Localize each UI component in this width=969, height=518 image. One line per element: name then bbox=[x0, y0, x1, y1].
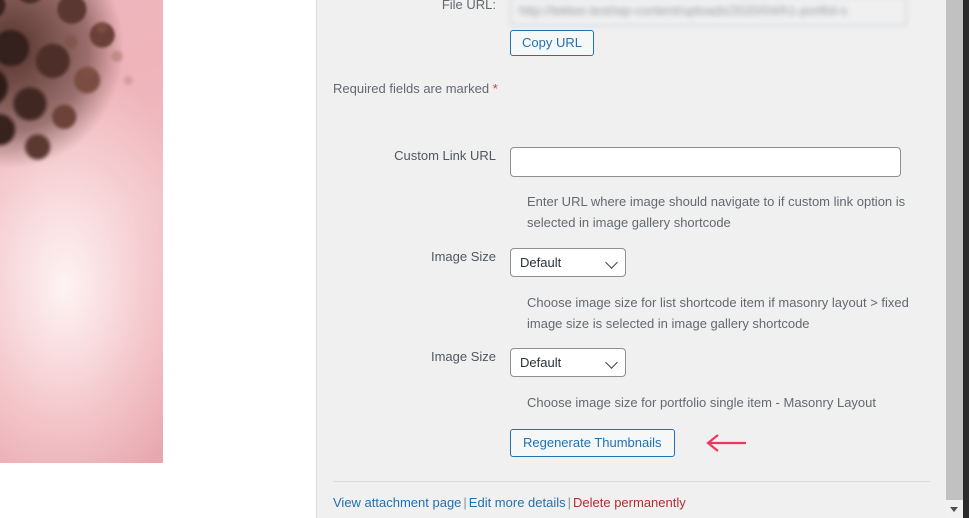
image-size-select-2-value: Default bbox=[520, 355, 562, 370]
image-size-helper-2: Choose image size for portfolio single i… bbox=[527, 395, 876, 410]
footer-links: View attachment page | Edit more details | D… bbox=[333, 494, 686, 511]
required-fields-note: Required fields are marked * bbox=[333, 81, 498, 96]
custom-link-url-row: Custom Link URL bbox=[317, 147, 946, 177]
required-asterisk: * bbox=[492, 81, 498, 96]
footer-divider bbox=[333, 481, 930, 482]
scroll-down-arrow-icon[interactable] bbox=[946, 501, 963, 518]
photo-hair-wisps bbox=[38, 6, 148, 126]
custom-link-url-input[interactable] bbox=[510, 147, 901, 177]
image-size-select-1-value: Default bbox=[520, 255, 562, 270]
image-size-select-1[interactable]: Default bbox=[510, 248, 626, 277]
file-url-input[interactable]: http://tekker.test/wp-content/uploads/20… bbox=[510, 0, 907, 26]
image-size-select-2[interactable]: Default bbox=[510, 348, 626, 377]
custom-link-url-helper: Enter URL where image should navigate to… bbox=[527, 194, 906, 230]
copy-url-row: Copy URL bbox=[317, 30, 946, 56]
custom-link-url-label: Custom Link URL bbox=[394, 148, 496, 163]
window-right-edge bbox=[963, 0, 969, 518]
chevron-down-icon bbox=[605, 356, 618, 369]
file-url-row: File URL: http://tekker.test/wp-content/… bbox=[317, 0, 946, 26]
file-url-label: File URL: bbox=[441, 0, 496, 12]
image-size-helper-1: Choose image size for list shortcode ite… bbox=[527, 295, 909, 331]
delete-permanently-link[interactable]: Delete permanently bbox=[573, 495, 686, 510]
link-separator-2: | bbox=[567, 495, 572, 510]
edit-more-details-link[interactable]: Edit more details bbox=[469, 495, 566, 510]
attachment-settings-panel: File URL: http://tekker.test/wp-content/… bbox=[317, 0, 946, 518]
attachment-preview-pane bbox=[0, 0, 317, 518]
link-separator-1: | bbox=[463, 495, 467, 510]
required-fields-text: Required fields are marked bbox=[333, 81, 493, 96]
regenerate-thumbnails-row: Regenerate Thumbnails bbox=[317, 429, 946, 457]
regenerate-thumbnails-button[interactable]: Regenerate Thumbnails bbox=[510, 429, 675, 457]
chevron-down-icon bbox=[605, 256, 618, 269]
image-size-label-1: Image Size bbox=[430, 249, 496, 264]
view-attachment-page-link[interactable]: View attachment page bbox=[333, 495, 461, 510]
image-size-row-1: Image Size Default bbox=[317, 248, 946, 277]
attachment-preview-image bbox=[0, 0, 163, 463]
image-size-row-2: Image Size Default bbox=[317, 348, 946, 377]
attachment-details-screen: File URL: http://tekker.test/wp-content/… bbox=[0, 0, 969, 518]
vertical-scrollbar-thumb[interactable] bbox=[946, 0, 963, 500]
image-size-label-2: Image Size bbox=[430, 349, 496, 364]
copy-url-button[interactable]: Copy URL bbox=[510, 30, 594, 56]
